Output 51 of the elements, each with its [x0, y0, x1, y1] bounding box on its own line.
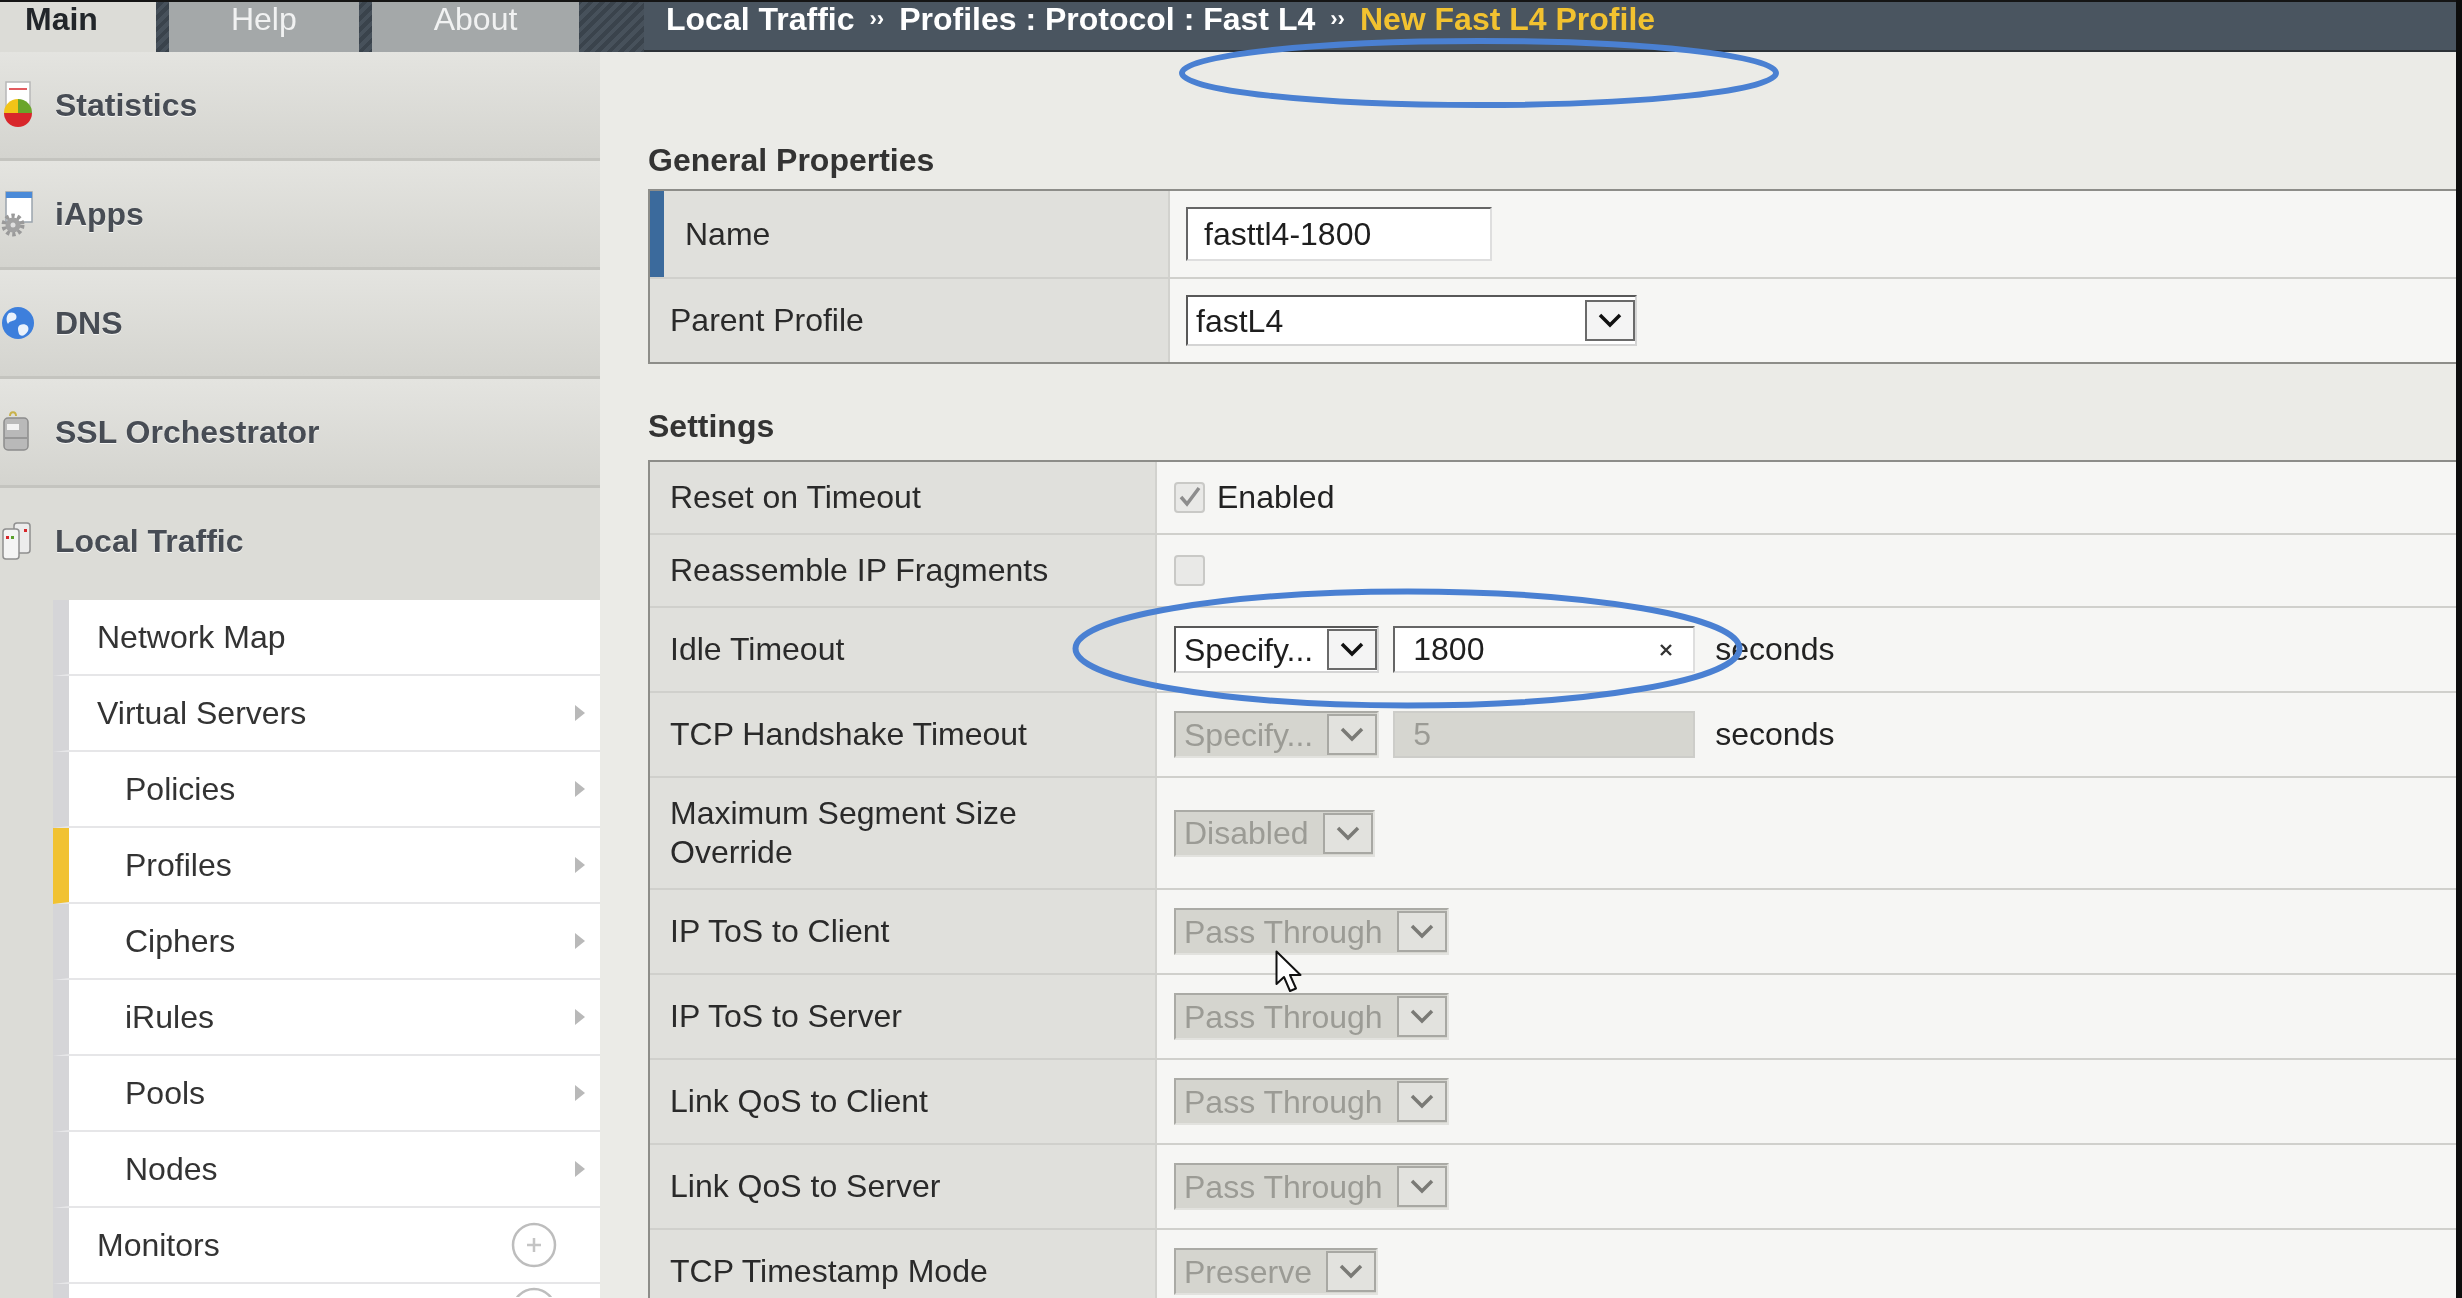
checkbox-label: Enabled [1217, 479, 1335, 516]
plus-circle-icon[interactable] [511, 1222, 557, 1268]
sidebar-subitem[interactable]: Network Map [53, 600, 600, 676]
sidebar-subitem[interactable]: Policies [53, 752, 600, 828]
breadcrumb-link[interactable]: Profiles : Protocol : Fast L4 [899, 2, 1316, 36]
caret-right-icon [575, 1009, 585, 1025]
nav-tab[interactable]: Main [0, 2, 156, 52]
field-label: TCP Handshake Timeout [670, 715, 1027, 754]
field-label: Name [685, 214, 771, 254]
sidebar-subitem[interactable]: Nodes [53, 1132, 600, 1208]
caret-right-icon [575, 933, 585, 949]
field-label: Link QoS to Client [670, 1082, 928, 1121]
field-label: TCP Timestamp Mode [670, 1252, 988, 1291]
chevron-down-icon[interactable] [1327, 629, 1378, 670]
window-gear-icon [0, 190, 36, 238]
sidebar-subitem[interactable]: iRules [53, 980, 600, 1056]
section-heading: General Properties [648, 142, 935, 179]
sidebar-item[interactable]: iApps [0, 161, 600, 270]
breadcrumb-separator: ›› [869, 5, 885, 33]
caret-right-icon [575, 781, 585, 797]
breadcrumb-link[interactable]: Local Traffic [666, 2, 855, 36]
breadcrumb-separator: ›› [1330, 5, 1345, 33]
field-label: Link QoS to Server [670, 1167, 941, 1206]
field-label: Reassemble IP Fragments [670, 551, 1049, 590]
field-label: Parent Profile [670, 301, 864, 340]
breadcrumb-current: New Fast L4 Profile [1359, 2, 1656, 36]
unit-label: seconds [1715, 716, 1835, 753]
text-input[interactable]: fasttl4-1800 [1186, 207, 1492, 261]
dropdown[interactable]: Specify... [1174, 626, 1380, 673]
field-label: Idle Timeout [670, 630, 845, 669]
caret-right-icon [575, 1085, 585, 1101]
field-label: Maximum Segment Size Override [670, 794, 1018, 872]
field-label: IP ToS to Client [670, 912, 890, 951]
sidebar-subitem[interactable]: Monitors [53, 1208, 600, 1284]
section-heading: Settings [648, 408, 775, 445]
field-label: IP ToS to Server [670, 997, 902, 1036]
chevron-down-icon[interactable] [1585, 300, 1635, 341]
sidebar-item[interactable]: Statistics [0, 52, 600, 161]
dropdown[interactable]: fastL4 [1186, 295, 1637, 346]
sidebar-subitem[interactable]: Profiles [53, 828, 600, 904]
text-input[interactable]: 1800 [1393, 626, 1696, 673]
caret-right-icon [575, 1161, 585, 1177]
field-label: Reset on Timeout [670, 478, 921, 517]
sidebar-subitem[interactable]: Virtual Servers [53, 676, 600, 752]
sidebar-item[interactable]: SSL Orchestrator [0, 379, 600, 488]
sidebar-subitem[interactable]: Pools [53, 1056, 600, 1132]
clear-icon[interactable] [1659, 643, 1674, 657]
sidebar-subitem[interactable]: Ciphers [53, 904, 600, 980]
caret-right-icon [575, 705, 585, 721]
sidebar-item[interactable]: DNS [0, 270, 600, 379]
caret-right-icon [575, 857, 585, 873]
